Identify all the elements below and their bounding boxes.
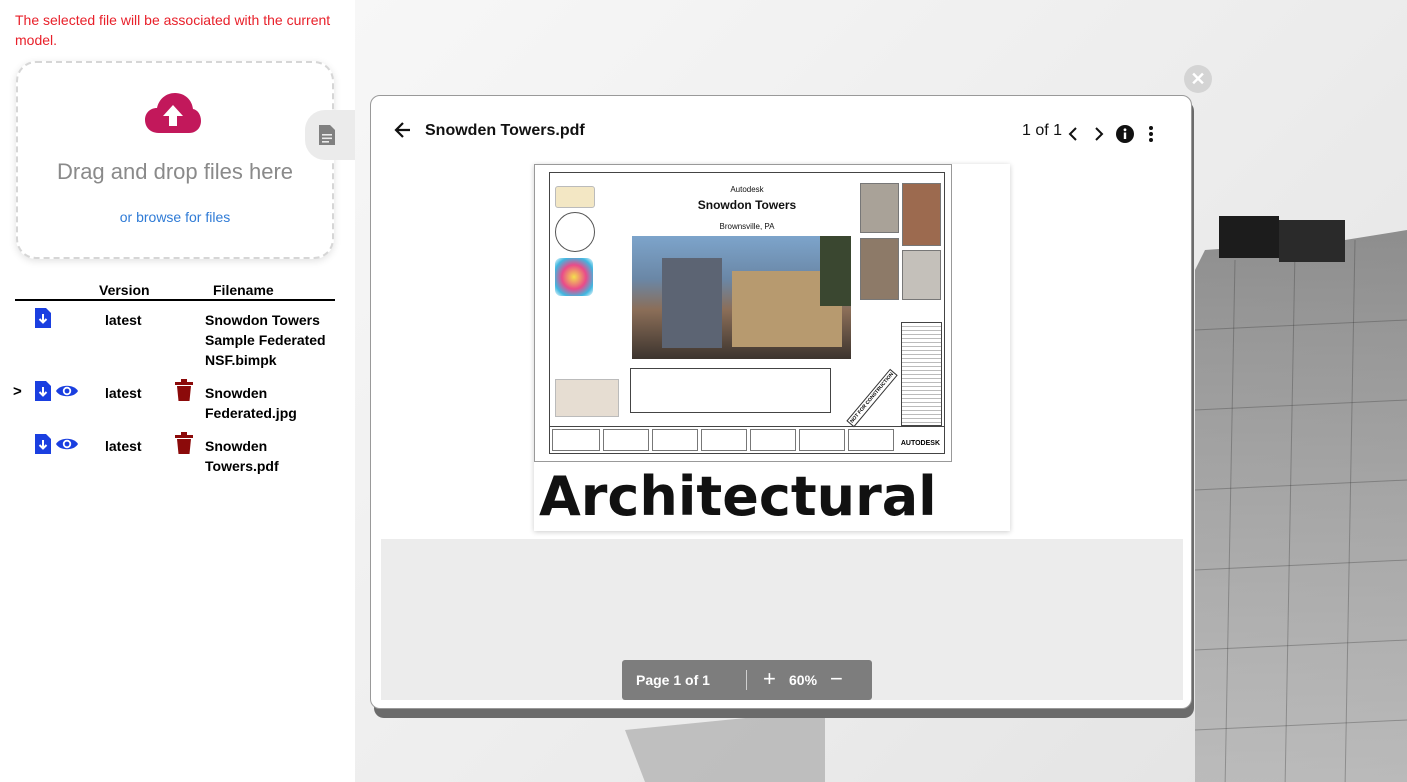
close-icon: ✕: [1190, 69, 1206, 89]
page-zoom-toolbar: Page 1 of 1 + 60% −: [622, 660, 872, 700]
sheet-notes-box: [630, 368, 831, 413]
version-cell: latest: [105, 385, 142, 401]
viewer-title: Snowden Towers.pdf: [425, 122, 585, 139]
filename-cell[interactable]: Snowdon Towers Sample Federated NSF.bimp…: [205, 310, 326, 370]
zoom-in-button[interactable]: +: [763, 667, 776, 691]
chevron-left-icon[interactable]: [1068, 126, 1078, 142]
close-viewer-button[interactable]: ✕: [1184, 65, 1212, 93]
filename-cell[interactable]: Snowden Federated.jpg: [205, 383, 297, 423]
page-counter: 1 of 1: [1022, 122, 1063, 139]
autodesk-brand: AUTODESK: [900, 440, 940, 447]
zoom-out-button[interactable]: −: [830, 667, 843, 691]
association-notice: The selected file will be associated wit…: [15, 12, 331, 48]
drawing-sheet: Autodesk Snowdon Towers Brownsville, PA …: [534, 164, 952, 462]
trash-icon[interactable]: [175, 379, 193, 401]
construction-stamp: NOT FOR CONSTRUCTION: [846, 368, 898, 428]
historic-photo: [902, 183, 941, 246]
title-block: AUTODESK: [550, 426, 944, 453]
historic-photo: [902, 250, 941, 300]
historic-photo: [860, 183, 899, 233]
zoom-level: 60%: [789, 672, 818, 688]
browse-files-link[interactable]: or browse for files: [18, 209, 332, 225]
seal-logo: [555, 212, 595, 252]
dropzone-text: Drag and drop files here: [56, 159, 294, 184]
version-column-header: Version: [99, 282, 150, 298]
pdf-page: Autodesk Snowdon Towers Brownsville, PA …: [534, 164, 1010, 531]
file-table: Version Filename latest Snowdon Towers S…: [13, 281, 335, 474]
sheet-index-table: [901, 322, 942, 426]
chevron-right-icon[interactable]: >: [13, 382, 22, 402]
sheet-border: Autodesk Snowdon Towers Brownsville, PA …: [549, 172, 945, 454]
trash-icon[interactable]: [175, 432, 193, 454]
more-options-icon[interactable]: [1147, 124, 1155, 144]
colorful-logo: [555, 258, 593, 296]
document-icon: [319, 125, 335, 145]
download-icon[interactable]: [35, 381, 51, 401]
rendering-image: [632, 236, 851, 359]
building-model: [1195, 216, 1407, 782]
sheet-caption: Architectural: [539, 465, 937, 528]
chevron-right-icon[interactable]: [1094, 126, 1104, 142]
version-cell: latest: [105, 312, 142, 328]
back-arrow-icon[interactable]: [393, 120, 413, 140]
filename-cell[interactable]: Snowden Towers.pdf: [205, 436, 279, 476]
county-logo: [555, 186, 595, 208]
cloud-upload-icon: [145, 93, 201, 133]
document-panel-tab[interactable]: [305, 110, 355, 160]
file-dropzone[interactable]: Drag and drop files here or browse for f…: [16, 61, 334, 259]
version-cell: latest: [105, 438, 142, 454]
file-panel: The selected file will be associated wit…: [0, 0, 355, 782]
table-header: Version Filename: [15, 281, 335, 301]
filename-column-header: Filename: [213, 282, 274, 298]
historic-photo: [860, 238, 899, 300]
pdf-viewer-modal: Snowden Towers.pdf 1 of 1 Autodesk Snowd…: [370, 95, 1192, 709]
info-icon[interactable]: [1115, 124, 1135, 144]
download-icon[interactable]: [35, 434, 51, 454]
page-indicator: Page 1 of 1: [636, 672, 710, 688]
download-icon[interactable]: [35, 308, 51, 328]
eye-view-icon[interactable]: [55, 436, 79, 452]
toolbar-divider: [746, 670, 747, 690]
location-map: [555, 379, 619, 417]
eye-view-icon[interactable]: [55, 383, 79, 399]
